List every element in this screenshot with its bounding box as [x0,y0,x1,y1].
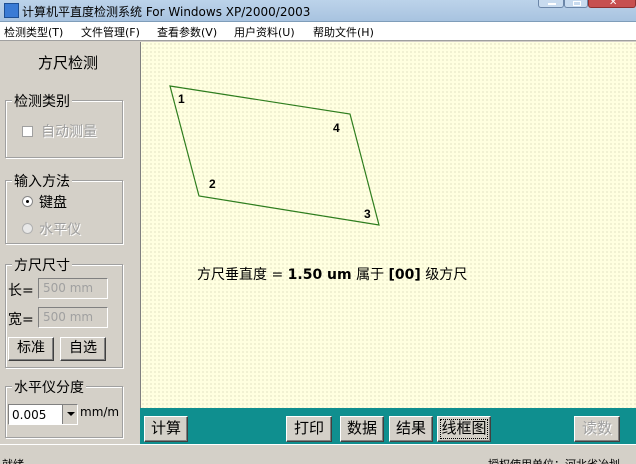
close-icon: ✕ [609,0,618,8]
result-prefix: 方尺垂直度 = [197,267,288,283]
keyboard-radio[interactable] [22,196,33,207]
menu-user-info[interactable]: 用户资料(U) [234,24,295,40]
chevron-down-icon[interactable] [62,405,77,424]
app-icon [4,3,19,18]
level-division-unit: mm/m [80,405,120,419]
input-method-group: 输入方法 键盘 水平仪 [5,171,123,244]
auto-measure-label: 自动测量 [41,124,97,140]
level-radio[interactable] [22,223,33,234]
menu-file-manage[interactable]: 文件管理(F) [81,24,140,40]
menu-bar: 检测类型(T) 文件管理(F) 查看参数(V) 用户资料(U) 帮助文件(H) [0,22,636,41]
read-button[interactable]: 读数 [574,416,620,442]
result-button[interactable]: 结果 [389,416,433,442]
maximize-button[interactable] [564,0,588,8]
corner-label-1: 1 [178,92,185,106]
result-suffix: 级方尺 [420,267,468,283]
result-grade: [00] [388,267,421,283]
license-text: 授权使用单位：河北省冶划 [488,456,620,464]
result-value: 1.50 um [287,267,352,283]
auto-measure-checkbox[interactable] [22,126,33,137]
size-legend: 方尺尺寸 [12,255,72,275]
print-button[interactable]: 打印 [286,416,332,442]
wireframe-figure: 1 2 3 4 [169,85,380,226]
wireframe-button[interactable]: 线框图 [437,416,491,442]
detect-type-legend: 检测类别 [12,91,72,111]
square-outline [169,85,380,226]
data-button[interactable]: 数据 [340,416,384,442]
keyboard-label: 键盘 [39,195,67,211]
level-division-group: 水平仪分度 0.005 mm/m [5,377,123,438]
input-method-legend: 输入方法 [12,171,72,191]
level-division-select[interactable]: 0.005 [8,404,78,425]
title-bar: 计算机平直度检测系统 For Windows XP/2000/2003 ✕ [0,0,636,22]
status-bar: 就绪 授权使用单位：河北省冶划 [0,444,636,464]
maximize-icon [573,1,581,6]
length-input[interactable]: 500 mm [38,278,108,299]
menu-detect-type[interactable]: 检测类型(T) [4,24,63,40]
minimize-button[interactable] [538,0,564,8]
level-division-value: 0.005 [12,408,47,422]
corner-label-2: 2 [209,177,216,191]
calculate-button[interactable]: 计算 [144,416,188,442]
minimize-icon [548,3,556,5]
width-label: 宽= [8,312,34,328]
detect-type-group: 检测类别 自动测量 [5,91,123,158]
window-title: 计算机平直度检测系统 For Windows XP/2000/2003 [22,5,311,19]
bottom-toolbar: 计算 打印 数据 结果 线框图 读数 [140,408,636,444]
size-group: 方尺尺寸 长= 500 mm 宽= 500 mm 标准 自选 [5,255,123,368]
corner-label-3: 3 [364,207,371,221]
custom-button[interactable]: 自选 [60,337,106,361]
menu-help[interactable]: 帮助文件(H) [313,24,374,40]
level-division-legend: 水平仪分度 [12,377,86,397]
plot-area: 1 2 3 4 方尺垂直度 = 1.50 um 属于 [00] 级方尺 [140,42,636,408]
status-text: 就绪 [2,456,24,464]
left-panel: 方尺检测 检测类别 自动测量 输入方法 键盘 水平仪 方尺尺寸 长= 500 m… [0,42,136,444]
width-input[interactable]: 500 mm [38,307,108,328]
length-label: 长= [8,283,34,299]
standard-button[interactable]: 标准 [8,337,54,361]
level-label: 水平仪 [39,222,81,238]
squareness-result: 方尺垂直度 = 1.50 um 属于 [00] 级方尺 [197,264,467,284]
close-button[interactable]: ✕ [588,0,636,8]
result-middle: 属于 [351,267,389,283]
corner-label-4: 4 [333,121,340,135]
menu-view-params[interactable]: 查看参数(V) [157,24,217,40]
panel-title: 方尺检测 [37,54,98,72]
